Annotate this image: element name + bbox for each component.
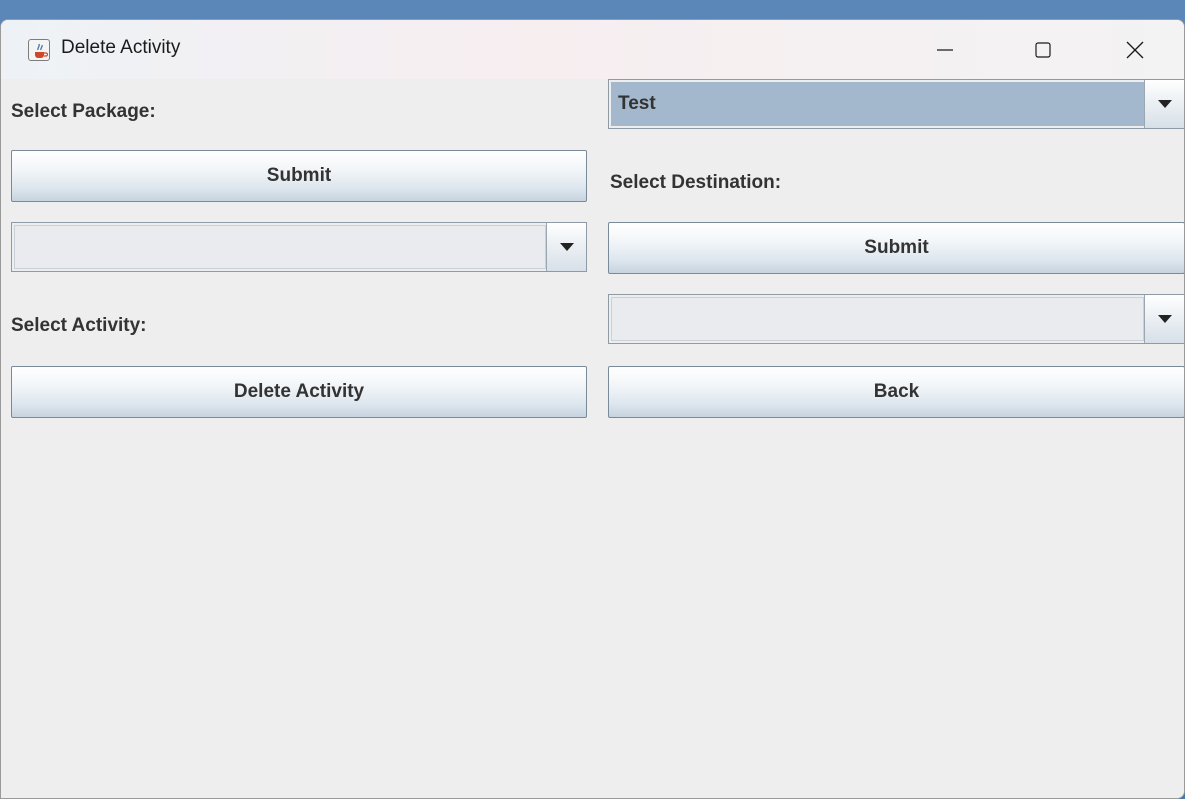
minimize-icon (937, 49, 953, 51)
minimize-button[interactable] (915, 20, 975, 79)
java-cup-icon (28, 39, 50, 61)
maximize-icon (1035, 42, 1051, 58)
package-combo[interactable]: Test (608, 79, 1184, 129)
chevron-down-icon (560, 243, 574, 251)
maximize-button[interactable] (1013, 20, 1073, 79)
activity-combo-arrow[interactable] (546, 223, 586, 271)
destination-combo-value[interactable] (611, 297, 1144, 341)
window-title: Delete Activity (61, 37, 181, 58)
activity-combo-value[interactable] (14, 225, 546, 269)
chevron-down-icon (1158, 315, 1172, 323)
destination-combo[interactable] (608, 294, 1184, 344)
close-button[interactable] (1105, 20, 1165, 79)
package-combo-value[interactable]: Test (611, 82, 1144, 126)
submit-destination-button[interactable]: Submit (608, 222, 1184, 274)
submit-package-button[interactable]: Submit (11, 150, 587, 202)
delete-activity-window: Delete Activity Select Package: Submit S… (0, 19, 1185, 799)
chevron-down-icon (1158, 100, 1172, 108)
select-destination-label: Select Destination: (610, 172, 782, 193)
delete-activity-button[interactable]: Delete Activity (11, 366, 587, 418)
title-bar[interactable]: Delete Activity (1, 20, 1184, 79)
close-icon (1126, 41, 1144, 59)
form-panel: Select Package: Submit Select Activity: … (1, 79, 1184, 798)
back-button[interactable]: Back (608, 366, 1184, 418)
activity-combo[interactable] (11, 222, 587, 272)
package-combo-arrow[interactable] (1144, 80, 1184, 128)
destination-combo-arrow[interactable] (1144, 295, 1184, 343)
select-activity-label: Select Activity: (11, 315, 147, 336)
select-package-label: Select Package: (11, 101, 156, 122)
